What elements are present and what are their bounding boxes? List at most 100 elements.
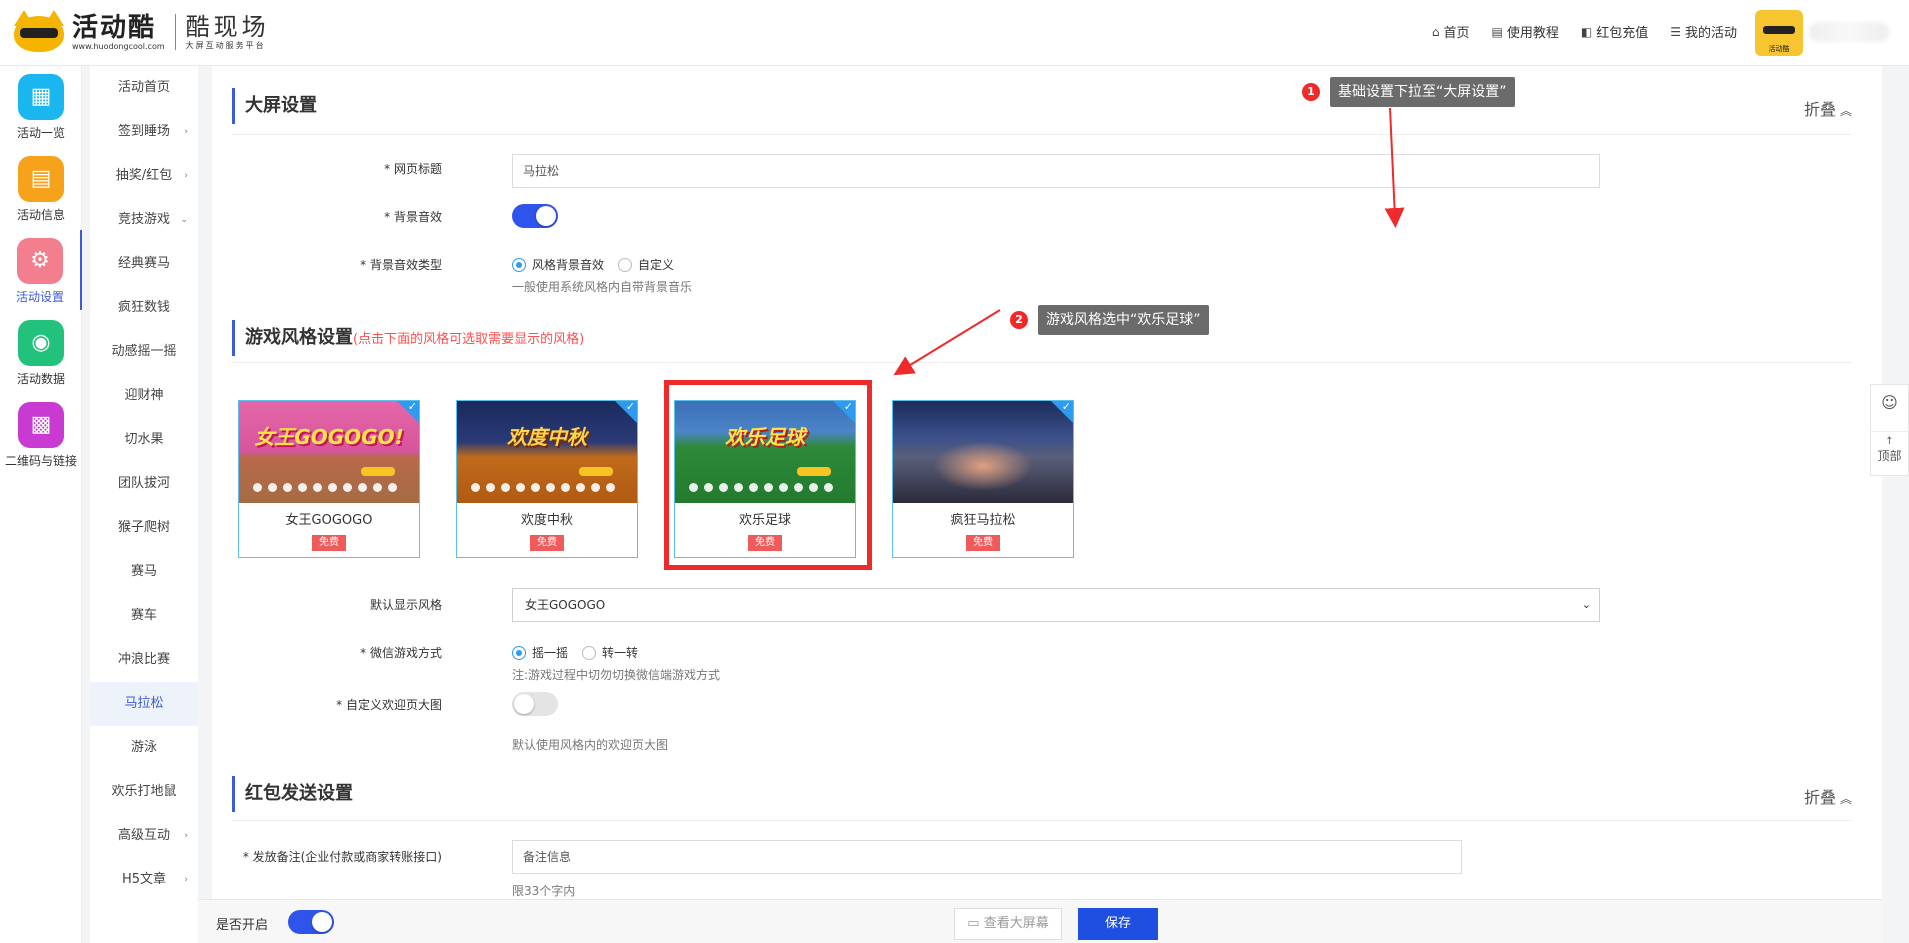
submenu-item[interactable]: H5文章 ›	[90, 858, 198, 902]
icon-sidebar: ▦ 活动一览 ▤ 活动信息 ⚙ 活动设置 ◉ 活动数据 ▩ 二维码与链接	[0, 66, 82, 943]
submenu-item[interactable]: 抽奖/红包 ›	[90, 154, 198, 198]
enable-label: 是否开启	[216, 918, 269, 933]
page-title-label: * 网页标题	[384, 162, 442, 176]
arrow-up-icon: ↑	[1885, 436, 1894, 447]
top-nav: ⌂ 首页 ▤ 使用教程 ◧ 红包充值 ☰ 我的活动	[1431, 22, 1737, 42]
submenu-item[interactable]: 冲浪比赛	[90, 638, 198, 682]
style-card-crazy-marathon[interactable]: ✓ 疯狂马拉松 免费	[892, 400, 1074, 558]
annotation-tip-2: 游戏风格选中“欢乐足球”	[1038, 305, 1209, 335]
submenu-item-marathon[interactable]: 马拉松	[90, 682, 198, 726]
check-icon: ✓	[407, 400, 417, 413]
enable-toggle[interactable]	[288, 910, 334, 934]
wallet-icon: ◧	[1580, 24, 1593, 39]
bg-sound-type-radios: 风格背景音效 自定义	[512, 256, 674, 273]
bg-sound-toggle[interactable]	[512, 204, 558, 228]
submenu-item[interactable]: 动感摇一摇	[90, 330, 198, 374]
document-icon: ▤	[1491, 24, 1503, 39]
submenu-item[interactable]: 疯狂数钱	[90, 286, 198, 330]
nav-home[interactable]: ⌂ 首页	[1431, 22, 1470, 42]
chevron-down-icon: ⌄	[1581, 598, 1591, 611]
submenu-item[interactable]: 竞技游戏 ⌄	[90, 198, 198, 242]
sidebar-item-qrcode[interactable]: ▩ 二维码与链接	[0, 394, 82, 474]
sidebar-item-activity-data[interactable]: ◉ 活动数据	[0, 312, 82, 392]
chevron-right-icon: ›	[184, 171, 188, 181]
check-icon: ✓	[1061, 400, 1071, 413]
check-icon: ✓	[625, 400, 635, 413]
submenu-item[interactable]: 迎财神	[90, 374, 198, 418]
remark-help: 限33个字内	[512, 884, 576, 898]
sidebar-item-activity-list[interactable]: ▦ 活动一览	[0, 66, 82, 146]
style-thumbnail	[893, 401, 1073, 503]
submenu-item[interactable]: 经典赛马	[90, 242, 198, 286]
remark-label: * 发放备注(企业付款或商家转账接口)	[242, 850, 442, 864]
submenu-item[interactable]: 猴子爬树	[90, 506, 198, 550]
chevron-up-icon: ︽	[1839, 792, 1852, 806]
submenu-item[interactable]: 赛马	[90, 550, 198, 594]
remark-input[interactable]: 备注信息	[512, 840, 1462, 874]
bottom-action-bar: 是否开启 ▭ 查看大屏幕 保存	[198, 899, 1882, 943]
section-title-redpacket: 红包发送设置	[232, 776, 353, 812]
view-big-screen-button[interactable]: ▭ 查看大屏幕	[954, 908, 1062, 940]
submenu-item[interactable]: 团队拔河	[90, 462, 198, 506]
default-style-select[interactable]: 女王GOGOGO ⌄	[512, 588, 1600, 622]
username-redacted[interactable]	[1809, 22, 1889, 42]
free-badge: 免费	[530, 535, 564, 551]
submenu-item[interactable]: 赛车	[90, 594, 198, 638]
nav-my-activities[interactable]: ☰ 我的活动	[1670, 22, 1737, 42]
bg-sound-label: * 背景音效	[384, 210, 442, 224]
wechat-game-mode-label: * 微信游戏方式	[360, 646, 442, 660]
free-badge: 免费	[966, 535, 1000, 551]
submenu-item[interactable]: 游泳	[90, 726, 198, 770]
top-header: 活动酷 www.huodongcool.com 酷现场 大屏互动服务平台 ⌂ 首页…	[0, 0, 1909, 66]
save-button[interactable]: 保存	[1078, 908, 1158, 940]
main-content: 大屏设置 折叠 ︽ * 网页标题 马拉松 * 背景音效 * 背景音效类型 风格背景…	[212, 66, 1882, 899]
custom-welcome-label: * 自定义欢迎页大图	[336, 698, 442, 712]
bg-sound-help: 一般使用系统风格内自带背景音乐	[512, 280, 693, 294]
page-title-input[interactable]: 马拉松	[512, 154, 1600, 188]
radio-rotate[interactable]: 转一转	[582, 644, 638, 661]
logo-url: www.huodongcool.com	[72, 41, 165, 51]
custom-welcome-toggle[interactable]	[512, 692, 558, 716]
submenu-item[interactable]: 活动首页	[90, 66, 198, 110]
collapse-big-screen-button[interactable]: 折叠 ︽	[1804, 96, 1852, 120]
submenu-item[interactable]: 切水果	[90, 418, 198, 462]
avatar[interactable]: 活动酷	[1755, 10, 1803, 56]
chevron-down-icon: ⌄	[180, 215, 188, 225]
default-style-label: 默认显示风格	[369, 598, 442, 612]
qrcode-icon: ▩	[18, 402, 64, 448]
qq-service-button[interactable]: ☺	[1871, 385, 1908, 431]
submenu-item[interactable]: 签到睡场 ›	[90, 110, 198, 154]
game-style-hint: (点击下面的风格可选取需要显示的风格)	[353, 332, 585, 347]
logo-sub-desc: 大屏互动服务平台	[185, 40, 266, 50]
collapse-redpacket-button[interactable]: 折叠 ︽	[1804, 784, 1852, 808]
style-thumbnail: 女王GOGOGO!	[239, 401, 419, 503]
nav-recharge[interactable]: ◧ 红包充值	[1580, 22, 1648, 42]
list-icon: ☰	[1670, 24, 1681, 39]
logo[interactable]: 活动酷 www.huodongcool.com 酷现场 大屏互动服务平台	[12, 10, 270, 54]
monitor-icon: ▭	[967, 916, 984, 931]
radio-custom-sound[interactable]: 自定义	[618, 256, 674, 273]
section-title-big-screen: 大屏设置	[232, 88, 317, 124]
free-badge: 免费	[312, 535, 346, 551]
nav-tutorial[interactable]: ▤ 使用教程	[1491, 22, 1559, 42]
wechat-game-mode-radios: 摇一摇 转一转	[512, 644, 638, 661]
custom-welcome-help: 默认使用风格内的欢迎页大图	[512, 738, 669, 752]
back-to-top-button[interactable]: ↑ 顶部	[1871, 431, 1908, 477]
chevron-up-icon: ︽	[1839, 104, 1852, 118]
highlight-selected-style	[664, 380, 872, 570]
radio-shake[interactable]: 摇一摇	[512, 644, 568, 661]
style-card-mid-autumn[interactable]: 欢度中秋 ✓ 欢度中秋 免费	[456, 400, 638, 558]
style-thumbnail: 欢度中秋	[457, 401, 637, 503]
grid-icon: ▦	[18, 74, 64, 120]
sidebar-item-activity-settings[interactable]: ⚙ 活动设置	[0, 230, 82, 310]
radio-style-sound[interactable]: 风格背景音效	[512, 256, 604, 273]
document-icon: ▤	[18, 156, 64, 202]
submenu-item[interactable]: 欢乐打地鼠	[90, 770, 198, 814]
logo-brand-name: 活动酷	[72, 12, 157, 43]
submenu-item[interactable]: 高级互动 ›	[90, 814, 198, 858]
floating-tools: ☺ ↑ 顶部	[1870, 384, 1909, 476]
sidebar-item-activity-info[interactable]: ▤ 活动信息	[0, 148, 82, 228]
style-card-queen[interactable]: 女王GOGOGO! ✓ 女王GOGOGO 免费	[238, 400, 420, 558]
annotation-badge-1: 1	[1302, 83, 1320, 101]
home-icon: ⌂	[1431, 24, 1440, 39]
